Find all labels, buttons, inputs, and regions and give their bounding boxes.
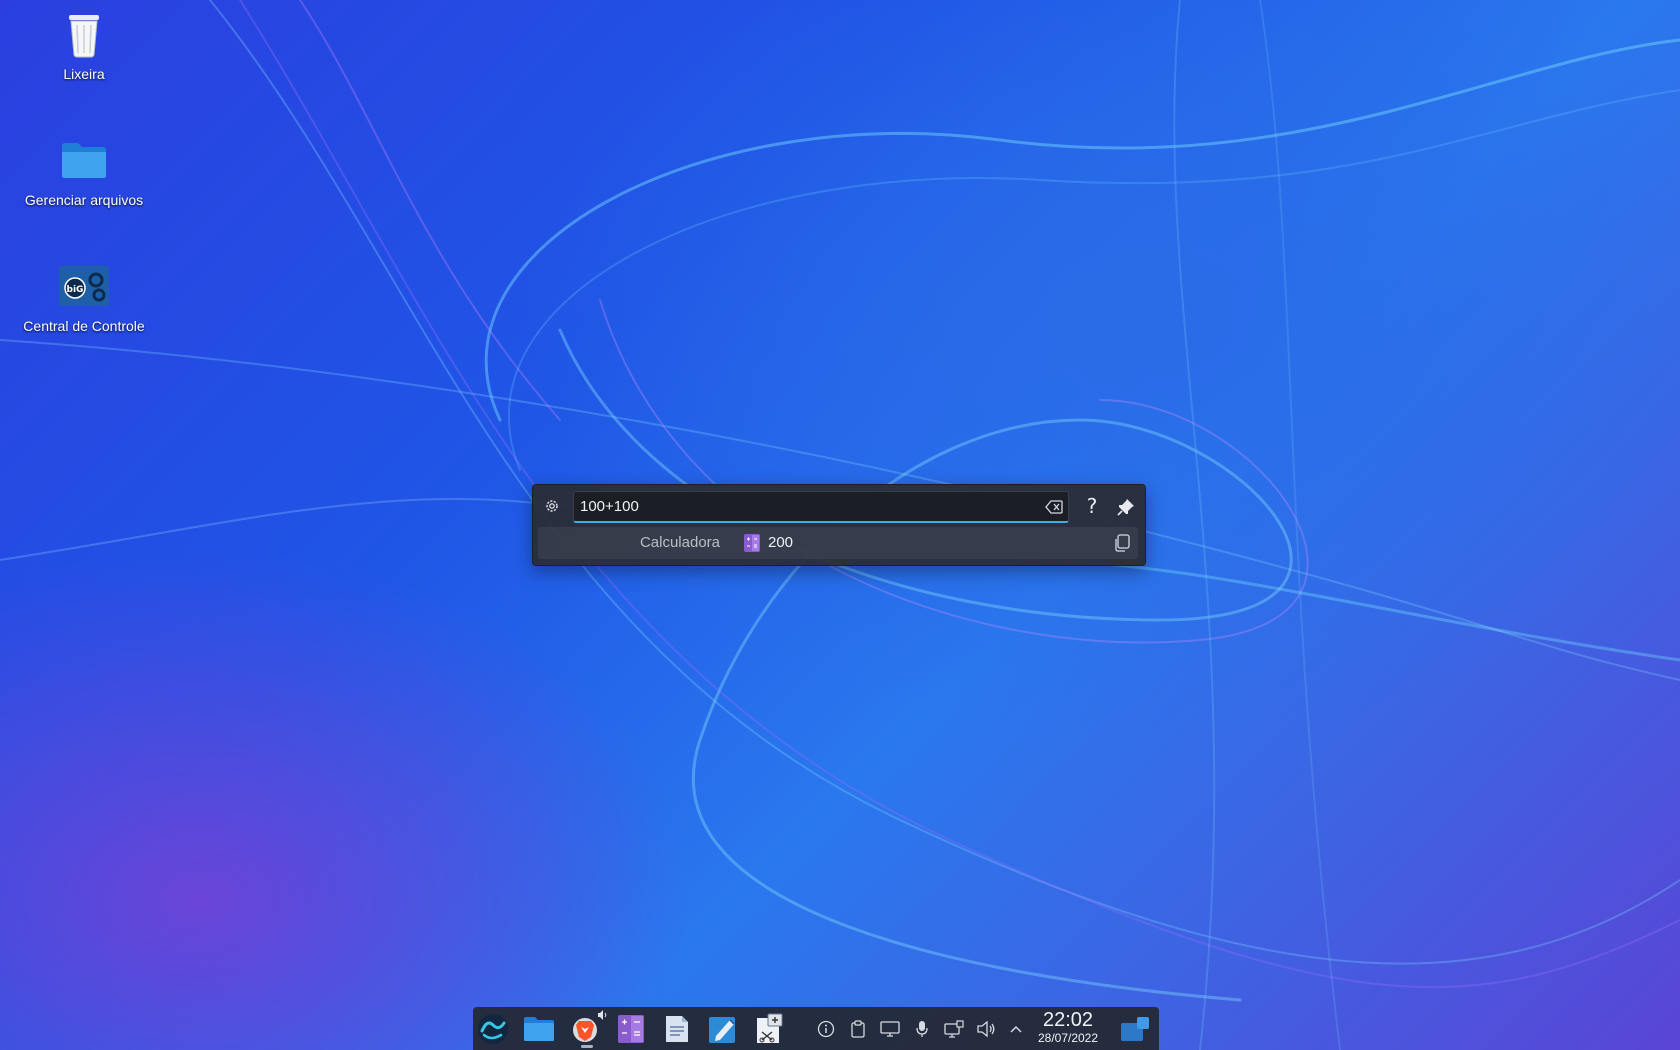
pin-icon[interactable] (1113, 494, 1139, 520)
copy-icon[interactable] (1112, 533, 1132, 553)
clock[interactable]: 22:02 28/07/2022 (1025, 1009, 1111, 1049)
calculator-icon (743, 534, 761, 552)
screenshot-icon[interactable] (751, 1011, 787, 1047)
clock-date: 28/07/2022 (1037, 1031, 1099, 1045)
gear-icon[interactable] (541, 495, 563, 517)
desktop-icon-control-center[interactable]: biG Central de Controle (9, 260, 159, 334)
desktop-icon-label: Lixeira (63, 66, 105, 82)
show-desktop-icon[interactable] (1117, 1011, 1153, 1047)
search-field[interactable] (573, 491, 1069, 523)
active-task-indicator (581, 1045, 593, 1048)
search-input[interactable] (578, 492, 1022, 521)
network-icon[interactable] (943, 1018, 965, 1040)
desktop-icon-label: Central de Controle (23, 318, 145, 334)
display-icon[interactable] (879, 1018, 901, 1040)
audio-playing-icon (598, 1010, 607, 1020)
svg-text:biG: biG (67, 285, 84, 295)
info-icon[interactable] (815, 1018, 837, 1040)
biglinux-menu-icon[interactable] (475, 1011, 511, 1047)
result-runner-name: Calculadora (639, 534, 720, 551)
calculator-icon[interactable] (613, 1011, 649, 1047)
trash-icon (58, 8, 110, 60)
text-editor-icon[interactable] (659, 1011, 695, 1047)
desktop-icon-label: Gerenciar arquivos (24, 192, 144, 208)
desktop-icon-trash[interactable]: Lixeira (9, 8, 159, 82)
clock-time: 22:02 (1042, 1009, 1094, 1031)
clear-text-icon[interactable] (1044, 497, 1064, 517)
krunner-search-panel: ? Calculadora 200 (532, 484, 1146, 566)
search-result-row[interactable]: Calculadora 200 (538, 527, 1138, 559)
control-center-icon: biG (58, 260, 110, 312)
folder-icon (58, 134, 110, 186)
chevron-up-icon[interactable] (1005, 1018, 1027, 1040)
help-button[interactable]: ? (1079, 491, 1105, 521)
brave-browser-icon[interactable] (567, 1010, 607, 1047)
file-manager-icon[interactable] (521, 1011, 557, 1047)
desktop[interactable]: Lixeira Gerenciar arquivos biG Central d… (0, 0, 1680, 1050)
taskbar: 22:02 28/07/2022 (473, 1007, 1159, 1050)
clipboard-icon[interactable] (847, 1018, 869, 1040)
result-value: 200 (768, 534, 794, 551)
volume-icon[interactable] (975, 1018, 997, 1040)
microphone-icon[interactable] (911, 1018, 933, 1040)
desktop-icon-file-manager[interactable]: Gerenciar arquivos (9, 134, 159, 208)
kate-icon[interactable] (705, 1011, 741, 1047)
